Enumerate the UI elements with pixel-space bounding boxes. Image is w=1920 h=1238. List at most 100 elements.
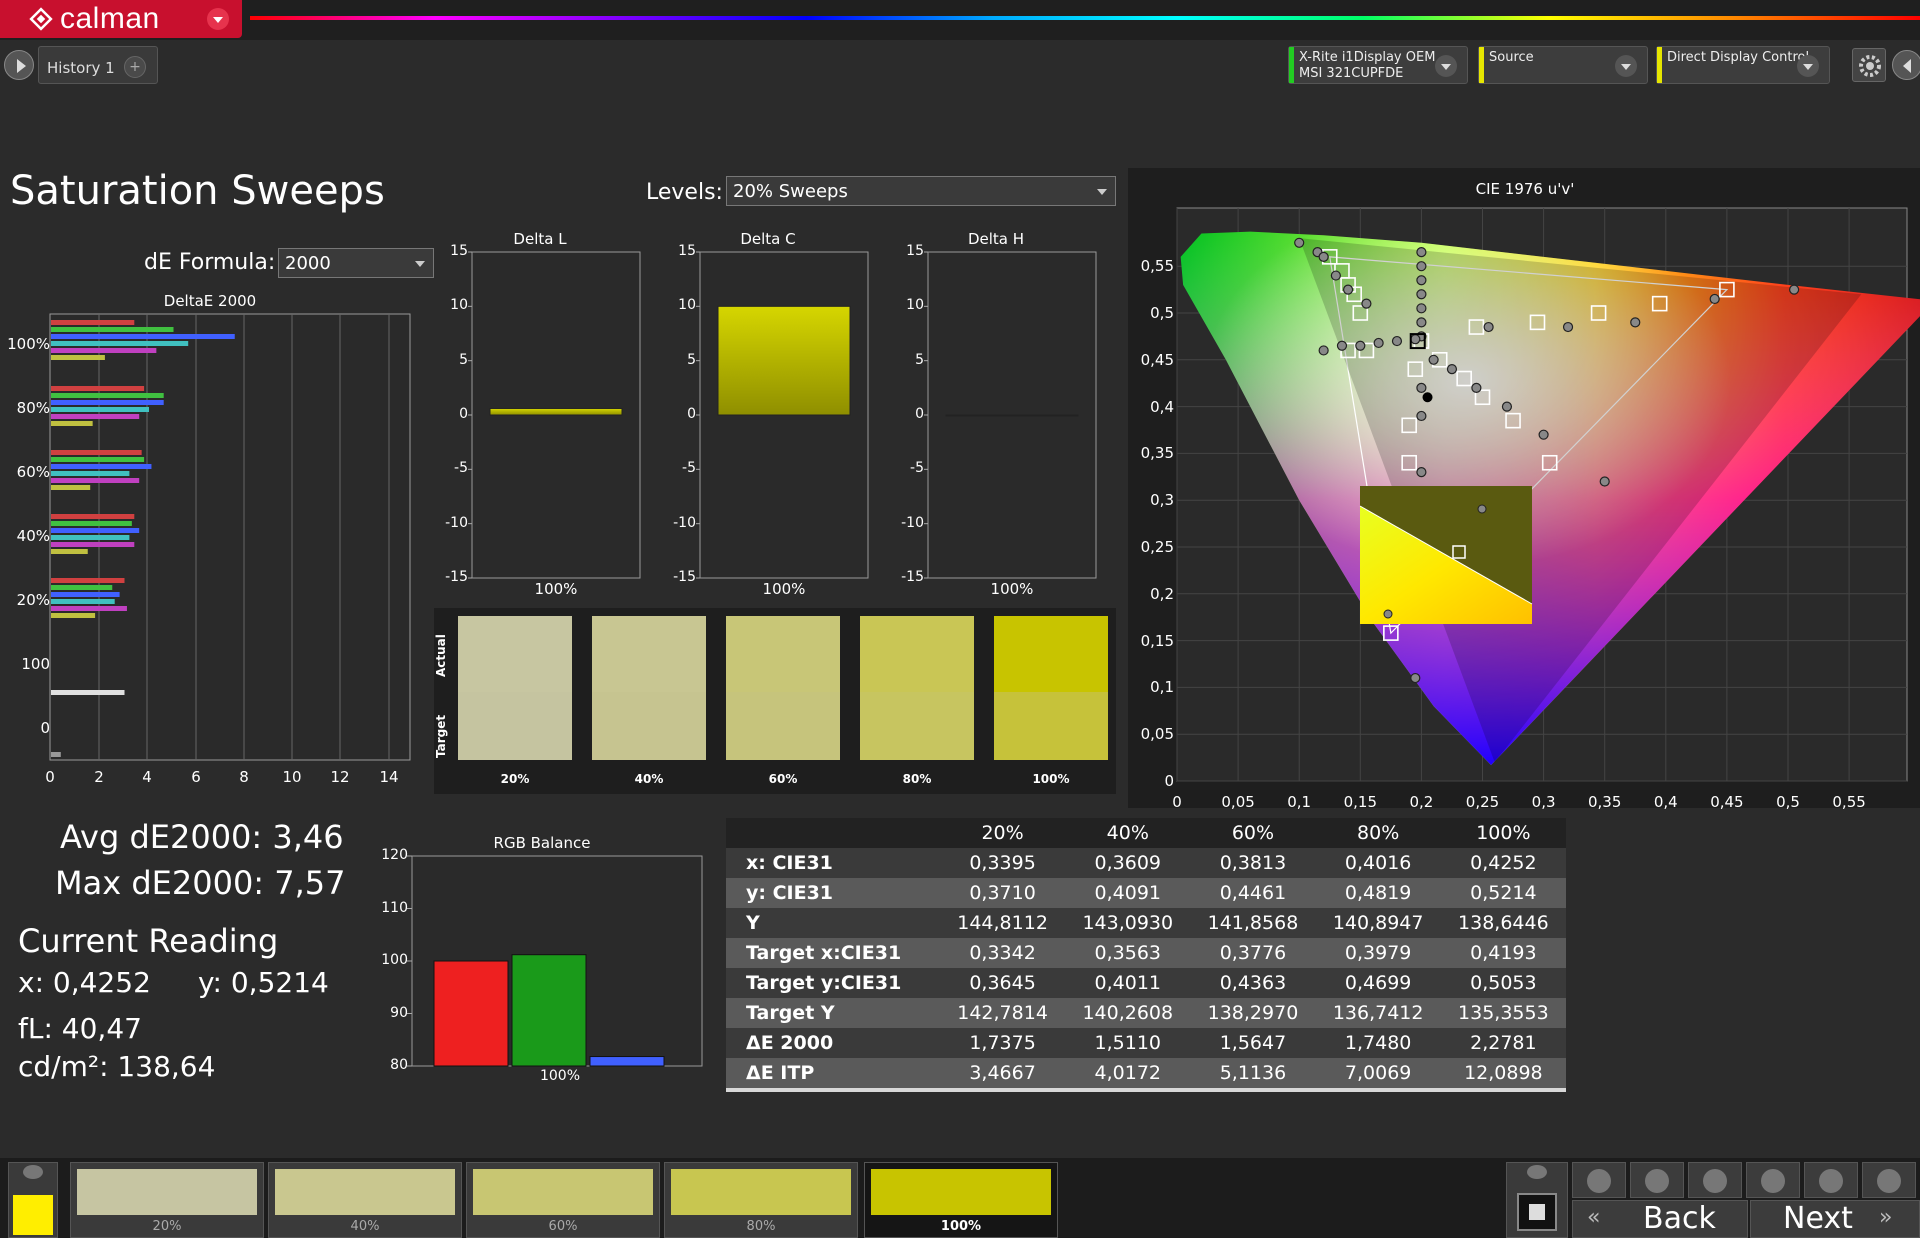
chevron-down-icon[interactable] [1435, 55, 1457, 77]
current-x: x: 0,4252 [18, 966, 151, 999]
swatch-actual [458, 616, 572, 692]
delta-ytick: 15 [678, 243, 696, 259]
chevron-down-icon[interactable] [1615, 55, 1637, 77]
levels-value: 20% Sweeps [733, 181, 848, 202]
cie-measured-point [1416, 410, 1427, 422]
table-cell: 0,4016 [1315, 848, 1441, 878]
rgb-bar-blue [589, 1056, 665, 1067]
fit-control[interactable] [1688, 1162, 1742, 1198]
stop-button[interactable] [1517, 1193, 1557, 1231]
settings-button[interactable] [1852, 48, 1886, 82]
cie-ytick: 0,5 [1150, 304, 1174, 322]
de-formula-select[interactable]: 2000 [278, 248, 434, 278]
swatch-target [726, 692, 840, 760]
current-y: y: 0,5214 [198, 966, 329, 999]
table-cell: 0,4252 [1440, 848, 1566, 878]
de-xtick: 6 [191, 768, 201, 786]
display-control-selector[interactable]: Direct Display Control [1656, 46, 1830, 84]
thumbnail-label: 80% [746, 1219, 776, 1234]
expand-control[interactable] [1862, 1162, 1916, 1198]
deltae-bar [51, 421, 93, 426]
logo-menu-chevron-icon[interactable] [207, 8, 229, 30]
deltae-bar [51, 549, 88, 554]
rgb-bar-red [433, 960, 509, 1067]
chevron-down-icon[interactable] [1797, 55, 1819, 77]
swatch-actual [994, 616, 1108, 692]
refresh-icon [1819, 1169, 1843, 1193]
thumbnail-label: 100% [940, 1219, 982, 1234]
thumbnail-40pct[interactable]: 40% [268, 1162, 462, 1238]
table-cell: 1,5110 [1065, 1028, 1191, 1058]
current-color-panel[interactable] [8, 1162, 58, 1238]
chevron-up-icon[interactable] [23, 1165, 43, 1179]
delta-ytick: 0 [915, 406, 924, 422]
play-control[interactable] [1630, 1162, 1684, 1198]
cie-xtick: 0,25 [1465, 793, 1500, 811]
delta-chart [468, 251, 641, 579]
avg-de: Avg dE2000: 3,46 [60, 818, 344, 856]
target-label: Target [434, 714, 448, 758]
rgb-category-label: 100% [539, 1068, 581, 1084]
table-cell: 0,3395 [940, 848, 1066, 878]
cie-ytick: 0,05 [1140, 725, 1174, 744]
de-xtick: 14 [379, 768, 399, 786]
thumbnail-80pct[interactable]: 80% [664, 1162, 858, 1238]
collapse-panel-button[interactable] [1892, 50, 1920, 80]
cie-measured-point [1318, 345, 1329, 356]
deltae-bar [51, 471, 130, 476]
rgb-balance-chart [407, 855, 703, 1067]
swatch-panel: Actual Target 20% 40% 60% 80% 100% [434, 608, 1116, 794]
meter-selector[interactable]: X-Rite i1Display OEM MSI 321CUPFDE [1288, 46, 1468, 84]
source-selector[interactable]: Source [1478, 46, 1648, 84]
table-row-label: x: CIE31 [726, 848, 940, 878]
current-fl: fL: 40,47 [18, 1012, 142, 1045]
loop-control[interactable] [1746, 1162, 1800, 1198]
stop-control[interactable] [1572, 1162, 1626, 1198]
table-cell: 1,7480 [1315, 1028, 1441, 1058]
back-button[interactable]: « Back [1572, 1200, 1748, 1238]
current-color-swatch [13, 1195, 53, 1235]
rgb-ytick: 110 [381, 899, 408, 916]
thumbnail-100pct[interactable]: 100% [864, 1162, 1058, 1238]
calman-logo-button[interactable]: calman [0, 0, 242, 38]
cie-xtick: 0,3 [1531, 793, 1556, 811]
thumbnail-20pct[interactable]: 20% [70, 1162, 264, 1238]
rainbow-strip [250, 16, 1920, 20]
stop-panel[interactable] [1506, 1162, 1568, 1238]
cie-measured-point [1416, 467, 1427, 478]
levels-select[interactable]: 20% Sweeps [726, 176, 1116, 206]
current-reading-title: Current Reading [18, 922, 279, 960]
rgb-ytick: 90 [390, 1004, 408, 1021]
delta-ytick: -10 [673, 514, 696, 531]
table-header [726, 818, 940, 848]
cie-ytick: 0,55 [1140, 257, 1174, 276]
table-cell: 0,3776 [1190, 938, 1316, 968]
deltae-bar [51, 457, 145, 462]
chevron-up-icon[interactable] [1527, 1165, 1547, 1179]
thumbnail-60pct[interactable]: 60% [466, 1162, 660, 1238]
delta-ytick: -15 [445, 569, 468, 585]
fit-icon [1703, 1169, 1727, 1193]
next-button[interactable]: Next » [1750, 1200, 1920, 1238]
deltae-bar [51, 348, 157, 353]
delta-bar [945, 414, 1079, 417]
table-cell: 0,4011 [1065, 968, 1191, 998]
cie-ytick: 0,25 [1140, 538, 1174, 556]
delta-ytick: 5 [915, 351, 924, 368]
delta-ytick: -10 [901, 514, 924, 531]
delta-ytick: 10 [906, 297, 924, 314]
stop-circle-icon [1587, 1169, 1611, 1193]
refresh-control[interactable] [1804, 1162, 1858, 1198]
deltae-bar [51, 464, 152, 469]
rgb-ytick: 100 [381, 952, 408, 968]
play-icon[interactable] [4, 50, 34, 80]
table-row: y: CIE31 0,3710 0,4091 0,4461 0,4819 0,5214 [726, 878, 1566, 908]
deltae-bar [51, 355, 105, 360]
add-tab-button[interactable]: + [124, 56, 146, 78]
deltae-bar [51, 400, 164, 405]
deltae-bar [51, 585, 113, 590]
delta-ytick: 10 [450, 297, 468, 314]
table-cell: 0,3813 [1190, 848, 1316, 878]
de-formula-value: 2000 [285, 253, 331, 274]
cie-measured-point [1599, 476, 1610, 487]
